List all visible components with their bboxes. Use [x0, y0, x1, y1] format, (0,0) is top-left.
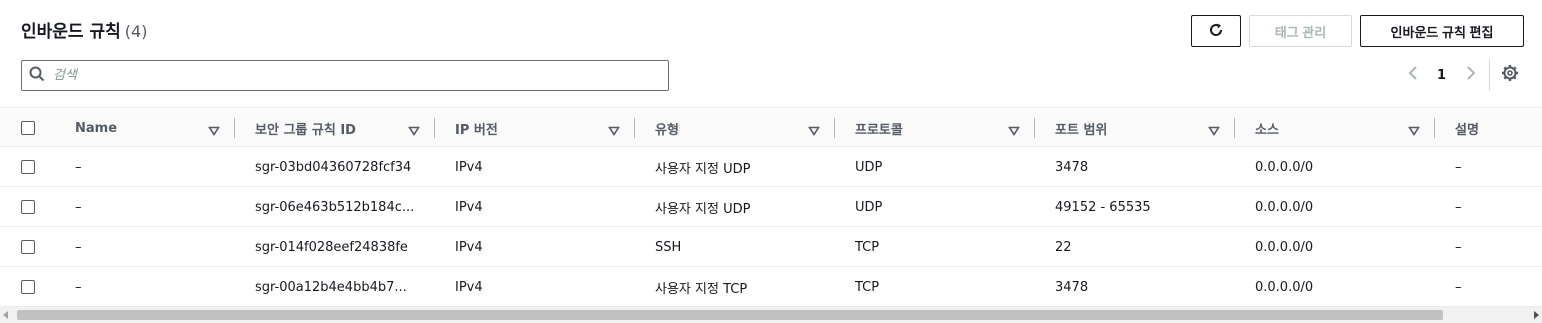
pagination-divider	[1489, 59, 1490, 91]
cell-rule-id: sgr-014f028eef24838fe	[255, 239, 408, 255]
cell-description: –	[1455, 279, 1462, 295]
table-row[interactable]: – sgr-00a12b4e4bb4b7... IPv4 사용자 지정 TCP …	[0, 267, 1542, 307]
cell-ip-version: IPv4	[455, 159, 483, 175]
cell-ip-version: IPv4	[455, 199, 483, 215]
cell-ip-version: IPv4	[455, 279, 483, 295]
preferences-button[interactable]	[1501, 64, 1519, 86]
cell-type: 사용자 지정 UDP	[655, 161, 751, 177]
column-divider[interactable]	[834, 118, 835, 138]
column-divider[interactable]	[1034, 118, 1035, 138]
column-divider[interactable]	[1234, 118, 1235, 138]
scroll-right-arrow-icon[interactable]	[1534, 311, 1539, 319]
column-divider[interactable]	[234, 118, 235, 138]
column-header-port-range[interactable]: 포트 범위	[1055, 108, 1107, 148]
cell-name: –	[75, 159, 82, 175]
cell-protocol: UDP	[855, 159, 883, 175]
next-page-button[interactable]	[1462, 64, 1478, 86]
table-row[interactable]: – sgr-03bd04360728fcf34 IPv4 사용자 지정 UDP …	[0, 147, 1542, 187]
table-header: Name 보안 그룹 규칙 ID IP 버전 유형 프로토콜 포트 범위 소스 …	[0, 107, 1542, 147]
cell-name: –	[75, 199, 82, 215]
cell-rule-id: sgr-06e463b512b184c...	[255, 199, 415, 215]
rules-table: Name 보안 그룹 규칙 ID IP 버전 유형 프로토콜 포트 범위 소스 …	[0, 107, 1542, 307]
chevron-left-icon	[1406, 65, 1422, 85]
column-header-ip-version[interactable]: IP 버전	[455, 108, 498, 148]
row-checkbox[interactable]	[21, 200, 35, 214]
cell-rule-id: sgr-03bd04360728fcf34	[255, 159, 412, 175]
column-header-name[interactable]: Name	[75, 108, 117, 148]
search-icon	[29, 66, 45, 86]
column-header-protocol[interactable]: 프로토콜	[855, 108, 903, 148]
cell-description: –	[1455, 199, 1462, 215]
cell-source: 0.0.0.0/0	[1255, 199, 1314, 215]
cell-type: 사용자 지정 UDP	[655, 201, 751, 217]
cell-source: 0.0.0.0/0	[1255, 159, 1314, 175]
cell-protocol: TCP	[855, 239, 880, 255]
cell-name: –	[75, 279, 82, 295]
sort-caret-icon[interactable]	[208, 122, 220, 141]
chevron-right-icon	[1462, 65, 1478, 85]
cell-rule-id: sgr-00a12b4e4bb4b7...	[255, 279, 407, 295]
row-checkbox[interactable]	[21, 240, 35, 254]
column-header-source[interactable]: 소스	[1255, 108, 1279, 148]
cell-port-range: 3478	[1055, 159, 1089, 175]
cell-ip-version: IPv4	[455, 239, 483, 255]
rule-count: (4)	[124, 22, 148, 41]
prev-page-button[interactable]	[1406, 64, 1422, 86]
page-number[interactable]: 1	[1437, 64, 1446, 86]
sort-caret-icon[interactable]	[608, 122, 620, 141]
column-divider[interactable]	[634, 118, 635, 138]
sort-caret-icon[interactable]	[408, 122, 420, 141]
cell-protocol: UDP	[855, 199, 883, 215]
column-header-rule-id[interactable]: 보안 그룹 규칙 ID	[255, 108, 356, 148]
scrollbar-thumb[interactable]	[17, 310, 1443, 320]
table-row[interactable]: – sgr-014f028eef24838fe IPv4 SSH TCP 22 …	[0, 227, 1542, 267]
cell-protocol: TCP	[855, 279, 880, 295]
column-divider[interactable]	[434, 118, 435, 138]
sort-caret-icon[interactable]	[808, 122, 820, 141]
refresh-icon	[1208, 22, 1224, 41]
column-header-type[interactable]: 유형	[655, 108, 679, 148]
row-checkbox[interactable]	[21, 160, 35, 174]
page-title-text: 인바운드 규칙	[21, 22, 121, 42]
horizontal-scrollbar[interactable]	[0, 307, 1542, 323]
cell-source: 0.0.0.0/0	[1255, 279, 1314, 295]
cell-type: SSH	[655, 239, 682, 255]
cell-description: –	[1455, 239, 1462, 255]
cell-name: –	[75, 239, 82, 255]
table-row[interactable]: – sgr-06e463b512b184c... IPv4 사용자 지정 UDP…	[0, 187, 1542, 227]
cell-port-range: 3478	[1055, 279, 1089, 295]
column-header-description[interactable]: 설명	[1455, 108, 1479, 148]
cell-source: 0.0.0.0/0	[1255, 239, 1314, 255]
refresh-button[interactable]	[1191, 15, 1241, 47]
column-divider[interactable]	[1434, 118, 1435, 138]
cell-port-range: 49152 - 65535	[1055, 199, 1151, 215]
search-box[interactable]	[21, 60, 669, 91]
gear-icon	[1501, 64, 1519, 86]
cell-port-range: 22	[1055, 239, 1072, 255]
sort-caret-icon[interactable]	[1008, 122, 1020, 141]
manage-tags-button[interactable]: 태그 관리	[1249, 15, 1352, 47]
sort-caret-icon[interactable]	[1208, 122, 1220, 141]
edit-inbound-rules-button[interactable]: 인바운드 규칙 편집	[1360, 15, 1524, 47]
select-all-checkbox[interactable]	[21, 121, 35, 135]
search-input[interactable]	[53, 68, 643, 83]
cell-type: 사용자 지정 TCP	[655, 281, 748, 297]
row-checkbox[interactable]	[21, 280, 35, 294]
cell-description: –	[1455, 159, 1462, 175]
scroll-left-arrow-icon[interactable]	[3, 311, 8, 319]
page-title: 인바운드 규칙 (4)	[21, 17, 147, 42]
sort-caret-icon[interactable]	[1408, 122, 1420, 141]
